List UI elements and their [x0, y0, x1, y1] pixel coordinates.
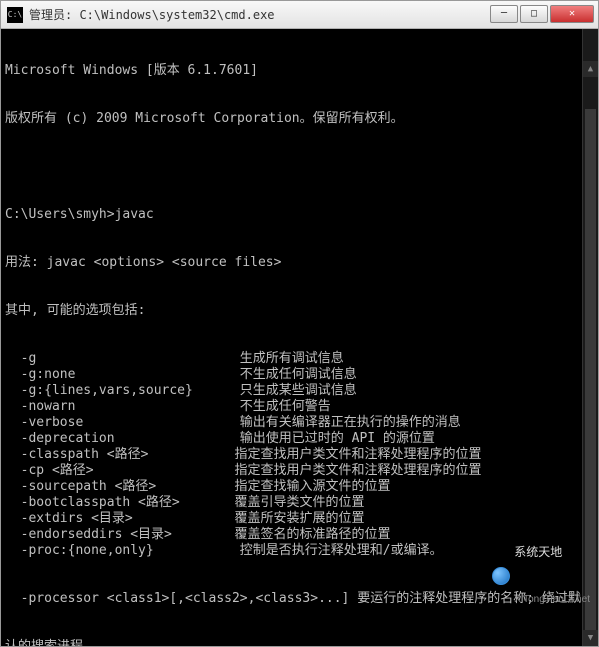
- watermark-logo-icon: [492, 567, 510, 585]
- close-button[interactable]: ✕: [550, 5, 594, 23]
- option-line: -nowarn 不生成任何警告: [5, 399, 594, 415]
- watermark-url: XiTongTianDi.net: [514, 592, 590, 608]
- minimize-button[interactable]: ─: [490, 5, 518, 23]
- header-line: Microsoft Windows [版本 6.1.7601]: [5, 63, 594, 79]
- window-buttons: ─ □ ✕: [488, 5, 594, 25]
- prompt-line: C:\Users\smyh>javac: [5, 207, 594, 223]
- command: javac: [115, 207, 154, 222]
- option-line: -verbose 输出有关编译器正在执行的操作的消息: [5, 415, 594, 431]
- window-titlebar: C:\ 管理员: C:\Windows\system32\cmd.exe ─ □…: [1, 1, 598, 29]
- option-line: -deprecation 输出使用已过时的 API 的源位置: [5, 431, 594, 447]
- blank-line: [5, 159, 594, 175]
- usage-line: 其中, 可能的选项包括:: [5, 303, 594, 319]
- option-line: -sourcepath <路径> 指定查找输入源文件的位置: [5, 479, 594, 495]
- scroll-up-button[interactable]: ▲: [583, 61, 598, 77]
- window-title: 管理员: C:\Windows\system32\cmd.exe: [29, 6, 488, 23]
- option-line: -cp <路径> 指定查找用户类文件和注释处理程序的位置: [5, 463, 594, 479]
- maximize-button[interactable]: □: [520, 5, 548, 23]
- header-line: 版权所有 (c) 2009 Microsoft Corporation。保留所有…: [5, 111, 594, 127]
- watermark: 系统天地 XiTongTianDi.net: [492, 512, 590, 640]
- prompt: C:\Users\smyh>: [5, 207, 115, 222]
- app-icon: C:\: [7, 7, 23, 23]
- watermark-title: 系统天地: [514, 544, 590, 560]
- option-line: -g:none 不生成任何调试信息: [5, 367, 594, 383]
- option-line: 认的搜索进程: [5, 639, 594, 646]
- option-line: -g 生成所有调试信息: [5, 351, 594, 367]
- usage-line: 用法: javac <options> <source files>: [5, 255, 594, 271]
- option-line: -bootclasspath <路径> 覆盖引导类文件的位置: [5, 495, 594, 511]
- option-line: -classpath <路径> 指定查找用户类文件和注释处理程序的位置: [5, 447, 594, 463]
- terminal-output[interactable]: Microsoft Windows [版本 6.1.7601] 版权所有 (c)…: [1, 29, 598, 646]
- option-line: -g:{lines,vars,source} 只生成某些调试信息: [5, 383, 594, 399]
